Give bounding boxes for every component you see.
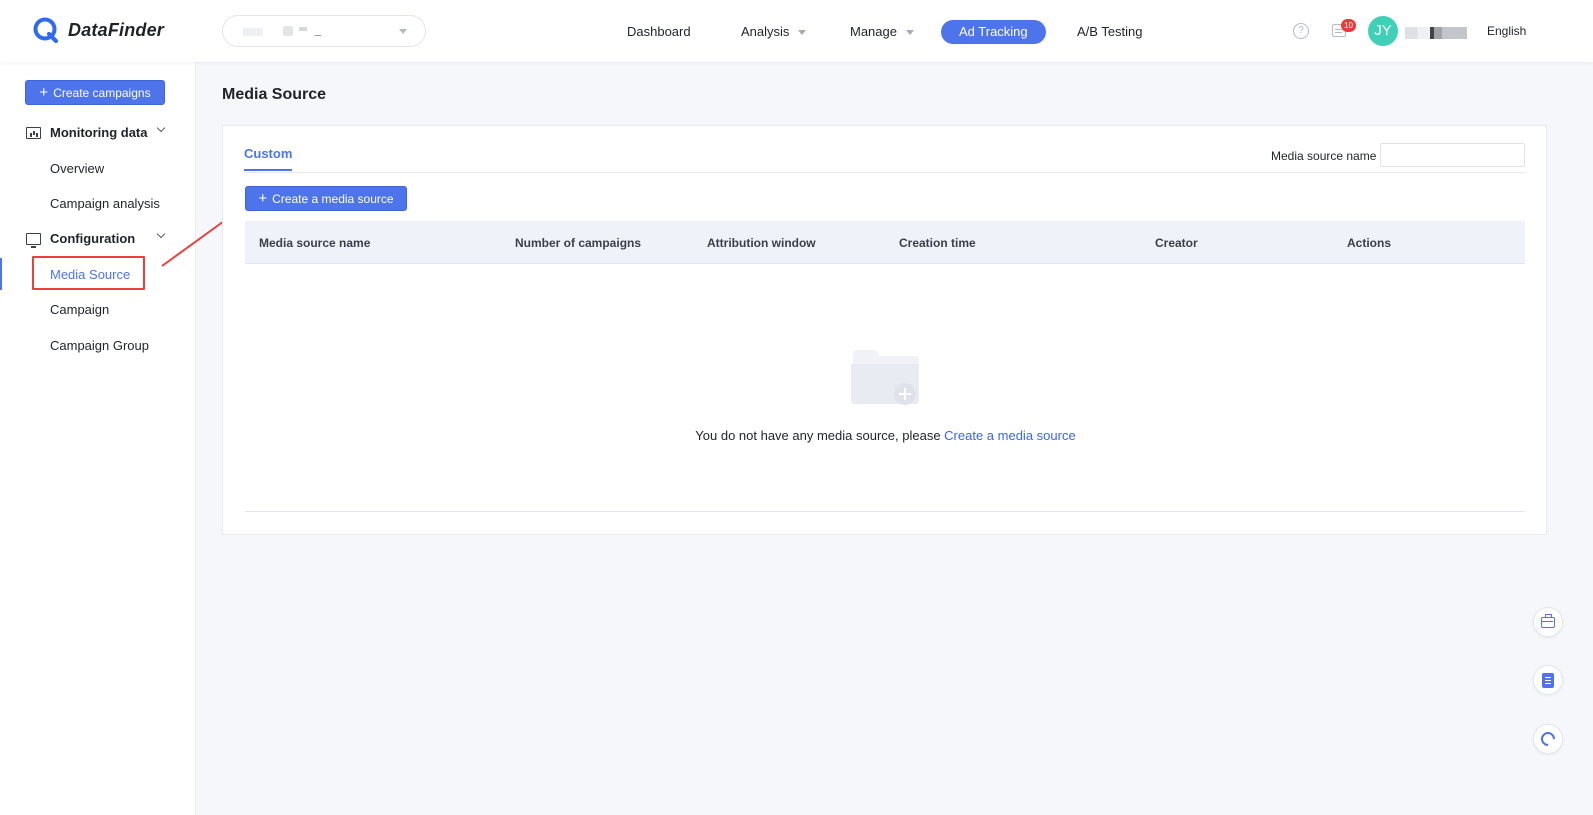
sidebar-item-campaign[interactable]: Campaign	[50, 302, 109, 317]
create-media-source-label: Create a media source	[272, 191, 394, 206]
create-campaigns-button[interactable]: + Create campaigns	[25, 80, 165, 105]
top-bar: DataFinder Dashboard Analysis Manage Ad …	[0, 0, 1593, 62]
support-button[interactable]	[1533, 724, 1563, 754]
nav-analysis[interactable]: Analysis	[741, 20, 807, 44]
column-header-attribution-window: Attribution window	[707, 236, 816, 250]
create-campaigns-label: Create campaigns	[53, 85, 151, 100]
sidebar: + Create campaigns Monitoring data Overv…	[0, 62, 196, 815]
tab-divider	[244, 172, 1525, 173]
chevron-down-icon	[156, 123, 166, 133]
logo[interactable]: DataFinder	[32, 16, 164, 44]
media-source-card: Custom Media source name + Create a medi…	[222, 125, 1547, 535]
empty-state-text: You do not have any media source, please	[695, 428, 945, 443]
table-header: Media source name Number of campaigns At…	[245, 221, 1525, 264]
table-bottom-divider	[245, 511, 1525, 512]
page-title: Media Source	[222, 86, 327, 103]
project-name-redacted	[315, 35, 321, 36]
avatar[interactable]: JY	[1368, 16, 1398, 46]
configuration-icon	[26, 232, 41, 248]
sidebar-group-monitoring[interactable]: Monitoring data	[26, 123, 166, 140]
column-header-media-source-name: Media source name	[259, 236, 371, 250]
active-indicator	[0, 258, 2, 290]
notification-badge: 10	[1341, 19, 1356, 32]
language-switch[interactable]: English	[1487, 24, 1526, 38]
column-header-actions: Actions	[1347, 236, 1392, 250]
sidebar-item-overview[interactable]: Overview	[50, 161, 104, 176]
sidebar-group-label: Monitoring data	[50, 125, 148, 140]
plus-icon: +	[258, 189, 268, 207]
plus-icon: +	[39, 83, 49, 101]
sidebar-item-campaign-analysis[interactable]: Campaign analysis	[50, 196, 160, 211]
document-icon	[1542, 672, 1554, 688]
empty-state-message: You do not have any media source, please…	[223, 428, 1548, 443]
toolbox-button[interactable]	[1533, 607, 1563, 637]
sidebar-item-campaign-group[interactable]: Campaign Group	[50, 338, 149, 353]
column-header-number-of-campaigns: Number of campaigns	[515, 236, 642, 250]
nav-ad-tracking[interactable]: Ad Tracking	[941, 20, 1046, 44]
project-selector[interactable]	[222, 15, 426, 47]
toolbox-icon	[1541, 613, 1555, 628]
project-name-redacted	[299, 27, 307, 31]
monitoring-icon	[26, 126, 41, 139]
headset-icon	[1538, 729, 1558, 749]
chevron-down-icon	[399, 29, 407, 34]
empty-folder-icon	[851, 350, 919, 405]
nav-dashboard[interactable]: Dashboard	[627, 20, 691, 44]
help-icon[interactable]: ?	[1293, 23, 1309, 39]
column-header-creation-time: Creation time	[899, 236, 976, 250]
create-media-source-button[interactable]: + Create a media source	[245, 186, 407, 211]
nav-manage[interactable]: Manage	[850, 20, 914, 44]
sidebar-group-label: Configuration	[50, 231, 136, 246]
sidebar-group-configuration[interactable]: Configuration	[26, 229, 166, 248]
caret-down-icon	[905, 30, 914, 36]
filter-label: Media source name	[1271, 149, 1377, 163]
caret-down-icon	[798, 30, 807, 36]
column-header-creator: Creator	[1155, 236, 1198, 250]
datafinder-logo-icon	[33, 17, 59, 44]
project-name-redacted	[243, 28, 263, 36]
document-button[interactable]	[1533, 665, 1563, 695]
tab-custom[interactable]: Custom	[244, 146, 293, 171]
media-source-name-input[interactable]	[1380, 143, 1525, 167]
create-media-source-link[interactable]: Create a media source	[944, 428, 1076, 443]
logo-text: DataFinder	[68, 19, 165, 40]
project-name-redacted	[283, 26, 293, 36]
username-redacted[interactable]	[1405, 27, 1467, 39]
nav-ab-testing[interactable]: A/B Testing	[1077, 20, 1143, 44]
sidebar-item-media-source[interactable]: Media Source	[50, 267, 130, 282]
